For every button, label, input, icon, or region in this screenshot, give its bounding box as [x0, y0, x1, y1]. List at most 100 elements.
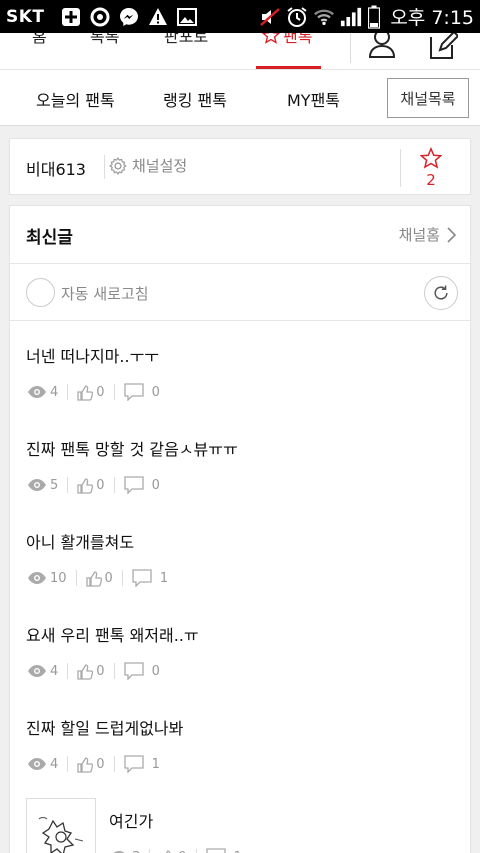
divider [113, 663, 115, 679]
divider [149, 849, 151, 853]
divider [67, 756, 69, 772]
feed-title: 최신글 [26, 228, 73, 248]
divider [113, 477, 115, 493]
post-meta: 4 0 0 [27, 662, 160, 680]
sub-nav: 오늘의 팬톡 랭킹 팬톡 MY팬톡 채널목록 [0, 69, 480, 126]
view-count: 4 [50, 756, 59, 772]
post-item[interactable]: 진짜 할일 드럽게없나봐 4 0 1 [10, 693, 470, 787]
channel-home-link[interactable]: 채널홈 [399, 224, 456, 245]
divider [104, 155, 105, 179]
comment-icon [205, 848, 226, 853]
comments: 0 [123, 476, 160, 494]
divider [67, 384, 69, 400]
post-title: 아니 활개를쳐도 [26, 533, 135, 552]
comment-count: 0 [151, 477, 160, 493]
like-count: 0 [96, 663, 105, 679]
comment-icon [123, 383, 144, 401]
view-count: 3 [132, 850, 140, 853]
post-title: 요새 우리 팬톡 왜저래..ㅠ [26, 626, 199, 645]
divider [121, 570, 123, 586]
carrier-label: SKT [6, 6, 45, 27]
likes: 0 [77, 756, 105, 773]
clock: 오후 7:15 [390, 7, 474, 29]
mute-icon [259, 6, 281, 28]
chevron-right-icon [447, 226, 456, 243]
channel-settings-button[interactable]: 채널설정 [108, 155, 187, 176]
battery-icon [367, 5, 381, 29]
star-outline-icon [262, 33, 280, 44]
view-count: 5 [50, 477, 59, 493]
eye-icon [28, 386, 46, 398]
comments: 0 [123, 662, 160, 680]
views: 5 [27, 478, 58, 493]
compose-icon[interactable] [428, 33, 460, 65]
image-icon [176, 6, 198, 28]
thumbs-up-icon [85, 570, 102, 587]
messenger-icon [118, 6, 140, 28]
post-item[interactable]: 너넨 떠나지마..ㅜㅜ 4 0 0 [10, 321, 470, 415]
post-item[interactable]: 여긴가 3 0 1 [10, 786, 470, 853]
favorite-button[interactable]: 2 [419, 146, 443, 189]
post-meta: 5 0 0 [27, 476, 160, 494]
divider [113, 384, 115, 400]
favorite-count: 2 [426, 171, 436, 189]
thumbs-up-icon [77, 384, 94, 401]
tab-home[interactable]: 홈 [32, 33, 47, 47]
eye-icon [28, 665, 46, 677]
wifi-icon [313, 6, 335, 28]
thumbs-up-icon [77, 663, 94, 680]
warning-icon [147, 6, 169, 28]
comment-icon [123, 755, 144, 773]
comment-icon [123, 662, 144, 680]
thumbs-up-icon [77, 756, 94, 773]
thumbs-up-icon [165, 849, 171, 853]
post-meta: 10 0 1 [27, 569, 168, 587]
thumbs-up-icon [77, 477, 94, 494]
post-title: 진짜 할일 드럽게없나봐 [26, 719, 184, 738]
view-count: 10 [50, 570, 67, 586]
view-count: 4 [50, 384, 59, 400]
post-title: 진짜 팬톡 망할 것 같음ㅅ뷰ㅠㅠ [26, 440, 238, 459]
divider [113, 756, 115, 772]
sub-nav-my[interactable]: MY팬톡 [287, 87, 340, 111]
feed-header: 최신글 채널홈 [10, 206, 470, 264]
post-meta: 3 0 1 [109, 848, 242, 853]
tab-photo[interactable]: 판포토 [164, 33, 208, 47]
sub-nav-today[interactable]: 오늘의 팬톡 [36, 87, 115, 111]
divider [195, 849, 197, 853]
views: 10 [27, 571, 67, 586]
tab-fantalk[interactable]: 팬톡 [262, 33, 312, 47]
post-meta: 4 0 1 [27, 755, 160, 773]
user-icon[interactable] [368, 33, 396, 65]
comment-icon [123, 476, 144, 494]
channel-card: 비대613 채널설정 2 [9, 138, 471, 195]
divider [400, 149, 401, 187]
sub-nav-ranking[interactable]: 랭킹 팬톡 [163, 87, 227, 111]
likes: 0 [77, 663, 105, 680]
alarm-icon [286, 6, 308, 28]
post-meta: 4 0 0 [27, 383, 160, 401]
post-item[interactable]: 진짜 팬톡 망할 것 같음ㅅ뷰ㅠㅠ 5 0 0 [10, 414, 470, 508]
auto-refresh-row: 자동 새로고침 [10, 264, 470, 321]
top-nav: 홈 톡톡 판포토 팬톡 [0, 33, 480, 69]
latest-posts-panel: 최신글 채널홈 자동 새로고침 너넨 떠나지마..ㅜㅜ 4 0 0 진짜 팬톡 … [9, 205, 471, 853]
add-box-icon [60, 6, 82, 28]
auto-refresh-checkbox[interactable] [26, 278, 55, 307]
divider [350, 33, 351, 63]
channel-name: 비대613 [26, 160, 86, 179]
refresh-button[interactable] [424, 276, 458, 310]
like-count: 0 [96, 477, 105, 493]
settings-dot-icon [89, 6, 111, 28]
comment-count: 0 [151, 663, 160, 679]
view-count: 4 [50, 663, 59, 679]
views: 3 [109, 850, 140, 853]
likes: 0 [85, 570, 113, 587]
tab-talk[interactable]: 톡톡 [90, 33, 119, 47]
divider [75, 570, 77, 586]
eye-icon [28, 479, 46, 491]
views: 4 [27, 664, 58, 679]
views: 4 [27, 385, 58, 400]
channel-list-button[interactable]: 채널목록 [387, 78, 469, 118]
post-item[interactable]: 요새 우리 팬톡 왜저래..ㅠ 4 0 0 [10, 600, 470, 694]
post-item[interactable]: 아니 활개를쳐도 10 0 1 [10, 507, 470, 601]
